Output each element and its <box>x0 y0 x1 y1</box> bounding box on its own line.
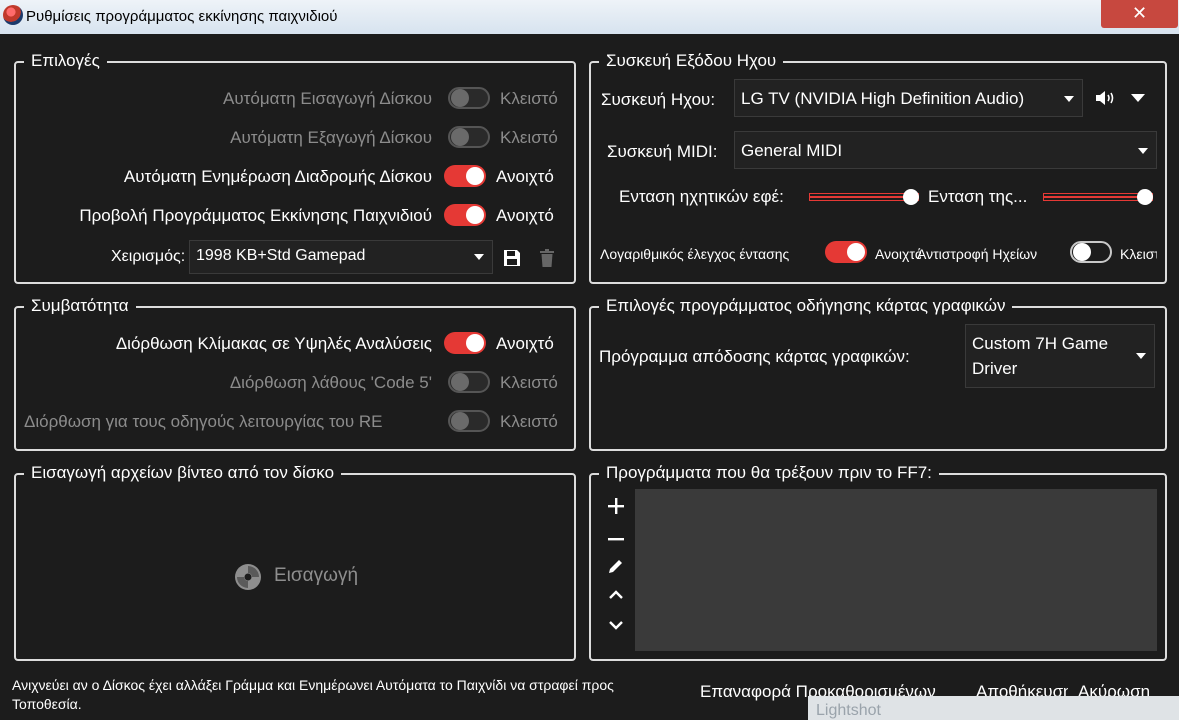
import-button[interactable]: Εισαγωγή <box>234 561 364 591</box>
auto-eject-disc-label: Αυτόματη Εξαγωγή Δίσκου <box>230 128 432 147</box>
auto-eject-disc-state: Κλειστό <box>500 128 558 147</box>
reverse-speakers-state: Κλειστό <box>1120 246 1157 262</box>
log-volume-label: Λογαριθμικός έλεγχος έντασης <box>600 246 790 262</box>
graphics-group: Επιλογές προγράμματος οδήγησης κάρτας γρ… <box>589 295 1167 451</box>
code5-fix-toggle[interactable] <box>448 371 490 393</box>
auto-insert-disc-label: Αυτόματη Εισαγωγή Δίσκου <box>223 89 432 108</box>
chevron-down-icon <box>1136 353 1146 359</box>
pencil-icon[interactable] <box>608 558 624 574</box>
auto-insert-disc-toggle[interactable] <box>448 87 490 109</box>
speaker-icon[interactable] <box>1095 90 1115 106</box>
lightshot-overlay: Lightshot <box>808 696 1179 720</box>
renderer-label: Πρόγραμμα απόδοσης κάρτας γραφικών: <box>599 347 910 366</box>
trash-icon[interactable] <box>540 249 554 267</box>
renderer-value-line2: Driver <box>972 359 1018 378</box>
renderer-combo[interactable]: Custom 7H Game Driver <box>965 324 1155 388</box>
movies-group: Εισαγωγή αρχείων βίντεο από τον δίσκο Ει… <box>14 462 576 661</box>
compat-group-title: Συμβατότητα <box>24 295 136 317</box>
midi-device-label: Συσκευή MIDI: <box>607 142 718 161</box>
lightshot-label: Lightshot <box>816 702 881 719</box>
minus-icon[interactable] <box>607 530 625 548</box>
options-group-title: Επιλογές <box>24 50 107 72</box>
code5-fix-label: Διόρθωση λάθους 'Code 5' <box>229 373 432 392</box>
reverse-speakers-label: Αντιστροφή Ηχείων <box>917 246 1038 262</box>
audio-device-value: LG TV (NVIDIA High Definition Audio) <box>741 89 1025 108</box>
title-bar: Ρυθμίσεις προγράμματος εκκίνησης παιχνιδ… <box>0 0 1179 34</box>
help-text: Ανιχνεύει αν ο Δίσκος έχει αλλάξει Γράμμ… <box>12 676 688 716</box>
close-button[interactable]: ✕ <box>1101 0 1178 28</box>
midi-device-value: General MIDI <box>741 141 843 160</box>
re-driver-fix-state: Κλειστό <box>500 412 558 431</box>
audio-group: Συσκευή Εξόδου Ηχου Συσκευή Ηχου: LG TV … <box>589 50 1167 284</box>
chevron-down-icon <box>1138 148 1148 154</box>
re-driver-fix-toggle[interactable] <box>448 410 490 432</box>
help-text-line1: Ανιχνεύει αν ο Δίσκος έχει αλλάξει Γράμμ… <box>12 677 614 693</box>
audio-device-label: Συσκευή Ηχου: <box>601 90 716 109</box>
disc-icon <box>235 564 261 590</box>
import-label: Εισαγωγή <box>274 565 359 586</box>
sfx-volume-slider[interactable] <box>809 189 919 205</box>
chevron-down-icon <box>474 254 484 260</box>
sfx-volume-thumb[interactable] <box>903 189 919 205</box>
programs-group-title: Προγράμματα που θα τρέξουν πριν το FF7: <box>599 462 939 484</box>
control-label: Χειρισμός: <box>111 248 186 265</box>
show-launcher-label: Προβολή Προγράμματος Εκκίνησης Παιχνιδιο… <box>79 206 432 225</box>
auto-update-disc-path-toggle[interactable] <box>444 165 486 187</box>
graphics-group-title: Επιλογές προγράμματος οδήγησης κάρτας γρ… <box>599 295 1013 317</box>
chevron-down-icon <box>1064 96 1074 102</box>
app-icon <box>3 5 23 25</box>
audio-device-combo[interactable]: LG TV (NVIDIA High Definition Audio) <box>734 79 1083 117</box>
hidpi-scaling-toggle[interactable] <box>444 332 486 354</box>
re-driver-fix-label: Διόρθωση για τους οδηγούς λειτουργίας το… <box>24 412 383 431</box>
compat-group: Συμβατότητα Διόρθωση Κλίμακας σε Υψηλές … <box>14 295 576 451</box>
control-combo[interactable]: 1998 KB+Std Gamepad <box>189 240 493 274</box>
control-combo-value: 1998 KB+Std Gamepad <box>196 247 366 264</box>
options-group: Επιλογές Αυτόματη Εισαγωγή Δίσκου Κλειστ… <box>14 50 576 284</box>
programs-list[interactable] <box>635 489 1157 651</box>
save-icon[interactable] <box>503 249 521 267</box>
help-text-line2: Τοποθεσία. <box>12 696 82 712</box>
music-volume-slider[interactable] <box>1043 189 1153 205</box>
chevron-up-icon[interactable] <box>608 589 624 601</box>
plus-icon[interactable] <box>607 497 625 515</box>
music-volume-thumb[interactable] <box>1137 189 1153 205</box>
midi-device-combo[interactable]: General MIDI <box>734 131 1157 169</box>
caret-down-icon[interactable] <box>1130 93 1146 103</box>
renderer-value-line1: Custom 7H Game <box>972 334 1109 353</box>
auto-insert-disc-state: Κλειστό <box>500 89 558 108</box>
audio-group-title: Συσκευή Εξόδου Ηχου <box>599 50 784 72</box>
programs-group: Προγράμματα που θα τρέξουν πριν το FF7: <box>589 462 1167 661</box>
show-launcher-toggle[interactable] <box>444 204 486 226</box>
music-volume-label: Ενταση της... <box>928 187 1028 206</box>
sfx-volume-label: Ενταση ηχητικών εφέ: <box>619 187 784 206</box>
auto-update-disc-path-state: Ανοιχτό <box>496 167 554 186</box>
code5-fix-state: Κλειστό <box>500 373 558 392</box>
log-volume-toggle[interactable] <box>825 241 867 263</box>
auto-eject-disc-toggle[interactable] <box>448 126 490 148</box>
movies-group-title: Εισαγωγή αρχείων βίντεο από τον δίσκο <box>24 462 342 484</box>
hidpi-scaling-state: Ανοιχτό <box>496 334 554 353</box>
hidpi-scaling-label: Διόρθωση Κλίμακας σε Υψηλές Αναλύσεις <box>115 334 432 353</box>
reverse-speakers-toggle[interactable] <box>1070 241 1112 263</box>
window-title: Ρυθμίσεις προγράμματος εκκίνησης παιχνιδ… <box>26 8 338 25</box>
show-launcher-state: Ανοιχτό <box>496 206 554 225</box>
auto-update-disc-path-label: Αυτόματη Ενημέρωση Διαδρομής Δίσκου <box>123 167 432 186</box>
log-volume-state: Ανοιχτό <box>875 246 921 262</box>
chevron-down-icon[interactable] <box>608 619 624 631</box>
